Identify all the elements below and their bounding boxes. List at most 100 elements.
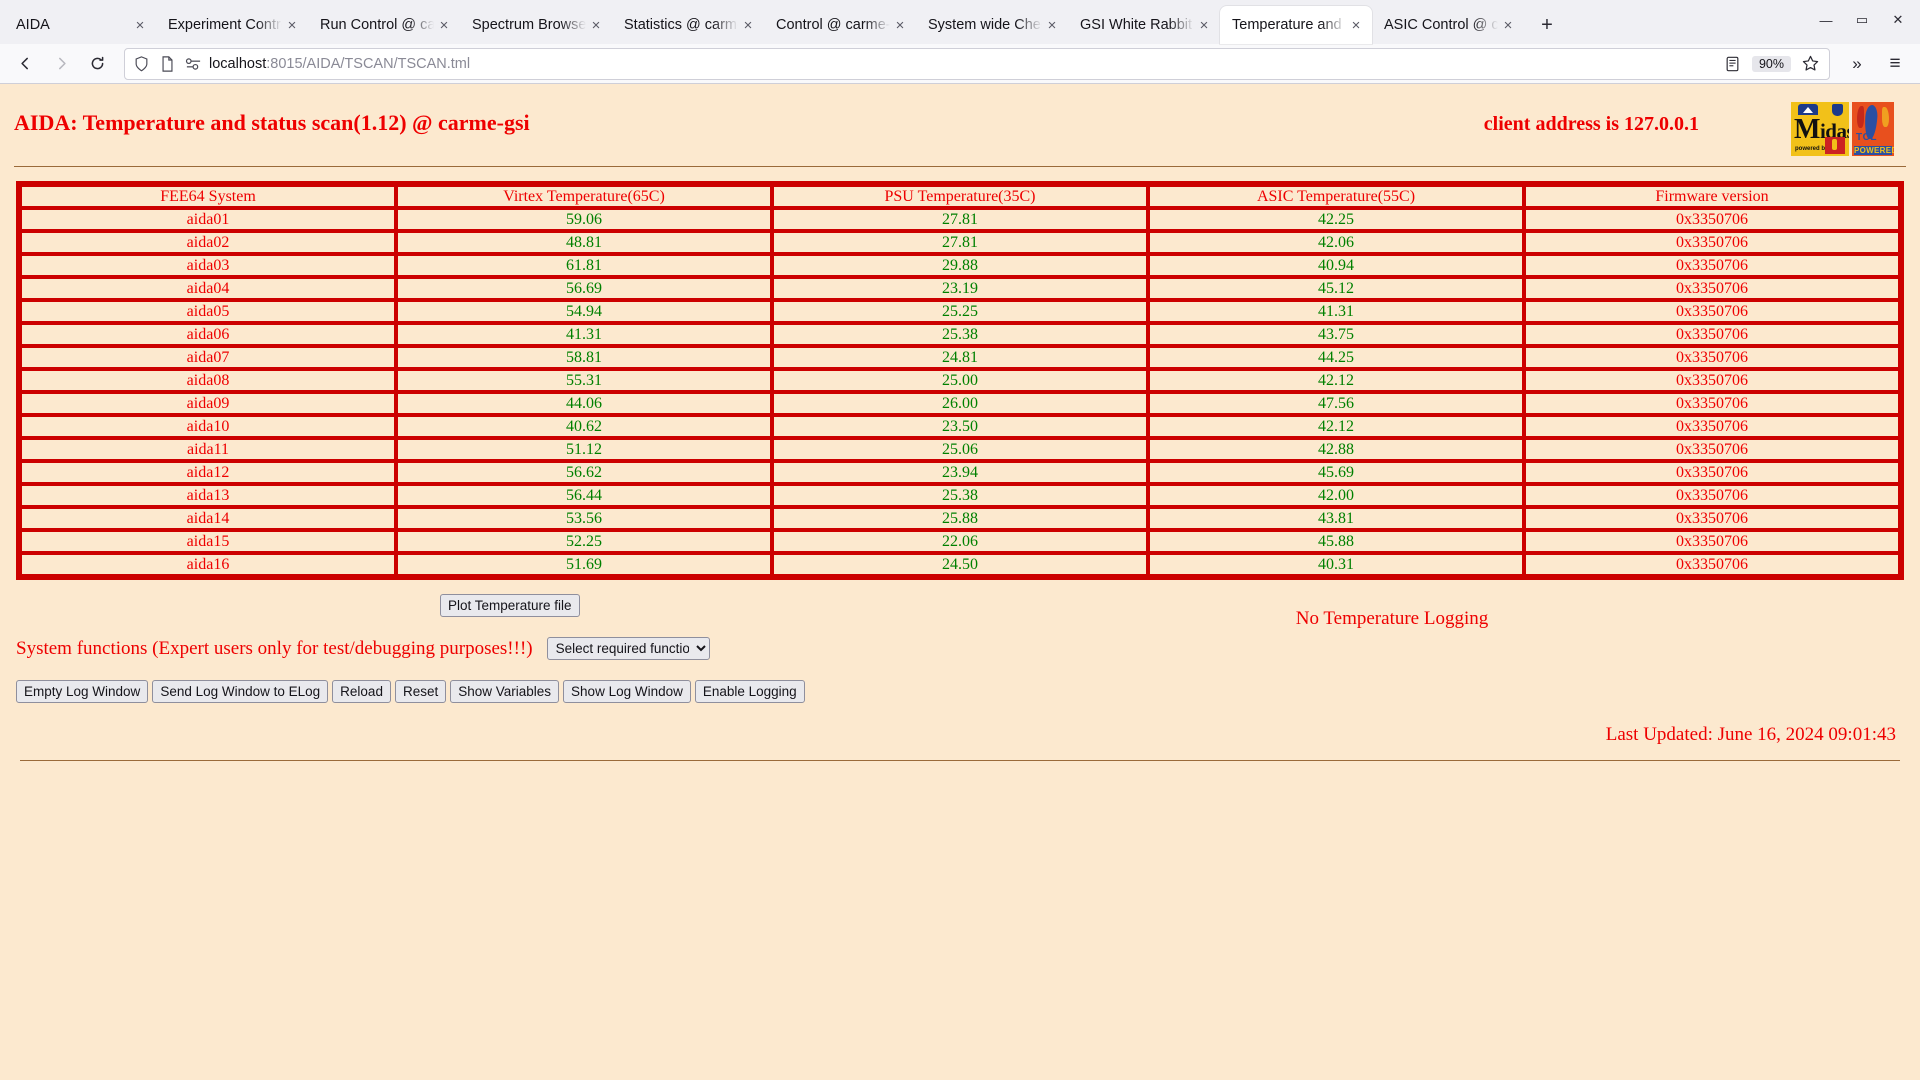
arrow-right-icon: [58, 57, 66, 70]
maximize-button[interactable]: ▭: [1844, 5, 1880, 35]
cell-asic: 42.25: [1148, 208, 1524, 231]
cell-asic: 43.81: [1148, 507, 1524, 530]
cell-firmware: 0x3350706: [1524, 392, 1900, 415]
address-bar[interactable]: localhost:8015/AIDA/TSCAN/TSCAN.tml 90%: [124, 47, 1830, 80]
back-button[interactable]: [8, 48, 42, 80]
last-updated: Last Updated: June 16, 2024 09:01:43: [1605, 724, 1896, 745]
cell-asic: 42.12: [1148, 369, 1524, 392]
table-row: aida05 54.94 25.25 41.31 0x3350706: [20, 300, 1900, 323]
expert-button[interactable]: Send Log Window to ELog: [152, 680, 329, 703]
reader-mode-button[interactable]: [1720, 51, 1746, 77]
browser-tab[interactable]: AIDA ×: [4, 6, 156, 44]
tcl-powered-logo: TCL POWERED: [1852, 102, 1894, 156]
tab-close-button[interactable]: ×: [130, 15, 150, 35]
cell-virtex: 56.62: [396, 461, 772, 484]
hamburger-icon: ≡: [1889, 52, 1901, 74]
expert-button[interactable]: Show Log Window: [563, 680, 691, 703]
tab-close-button[interactable]: ×: [434, 15, 454, 35]
cell-asic: 43.75: [1148, 323, 1524, 346]
forward-button[interactable]: [44, 48, 78, 80]
maximize-icon: ▭: [1855, 12, 1869, 27]
tab-title: Spectrum Browser @ carme-gsi: [472, 17, 586, 33]
cell-virtex: 48.81: [396, 231, 772, 254]
expert-button[interactable]: Reload: [332, 680, 391, 703]
tab-close-button[interactable]: ×: [1194, 15, 1214, 35]
reload-button[interactable]: [80, 48, 114, 80]
close-window-button[interactable]: ✕: [1880, 5, 1916, 35]
expert-button[interactable]: Reset: [394, 680, 447, 703]
minimize-button[interactable]: —: [1808, 5, 1844, 35]
toolbar-right: » ≡: [1840, 48, 1912, 80]
tcl-flame-left-icon: [1857, 106, 1864, 128]
cell-virtex: 61.81: [396, 254, 772, 277]
app-menu-button[interactable]: ≡: [1878, 48, 1912, 80]
new-tab-button[interactable]: +: [1530, 8, 1564, 42]
tab-close-button[interactable]: ×: [738, 15, 758, 35]
cell-system: aida10: [20, 415, 396, 438]
cell-firmware: 0x3350706: [1524, 461, 1900, 484]
browser-tab[interactable]: GSI White Rabbit Time×: [1068, 6, 1220, 44]
header-divider: [14, 166, 1906, 167]
tab-title: Control @ carme-gsi: [776, 17, 890, 33]
url-text[interactable]: localhost:8015/AIDA/TSCAN/TSCAN.tml: [209, 56, 1714, 72]
cell-psu: 25.38: [772, 484, 1148, 507]
column-header: Virtex Temperature(65C): [396, 185, 772, 208]
expert-button[interactable]: Enable Logging: [694, 680, 805, 703]
system-functions-label: System functions (Expert users only for …: [16, 637, 533, 659]
overflow-menu-button[interactable]: »: [1840, 48, 1874, 80]
cell-asic: 45.88: [1148, 530, 1524, 553]
table-row: aida04 56.69 23.19 45.12 0x3350706: [20, 277, 1900, 300]
cell-firmware: 0x3350706: [1524, 208, 1900, 231]
table-row: aida01 59.06 27.81 42.25 0x3350706: [20, 208, 1900, 231]
cell-asic: 42.00: [1148, 484, 1524, 507]
browser-tab[interactable]: Spectrum Browser @ carme-gsi×: [460, 6, 612, 44]
tab-title: AIDA: [16, 17, 50, 33]
browser-tab[interactable]: ASIC Control @ carme-gsi×: [1372, 6, 1524, 44]
table-row: aida12 56.62 23.94 45.69 0x3350706: [20, 461, 1900, 484]
cell-psu: 29.88: [772, 254, 1148, 277]
cell-system: aida02: [20, 231, 396, 254]
reader-tracking-icon[interactable]: [183, 57, 203, 71]
cell-psu: 22.06: [772, 530, 1148, 553]
browser-tab[interactable]: Temperature and status scan×: [1220, 6, 1372, 44]
system-functions-row: System functions (Expert users only for …: [16, 637, 1904, 660]
plus-icon: +: [1541, 13, 1553, 36]
cell-virtex: 51.12: [396, 438, 772, 461]
cell-firmware: 0x3350706: [1524, 346, 1900, 369]
bookmark-star-button[interactable]: [1797, 51, 1823, 77]
browser-tab[interactable]: Experiment Control @ carme-gsi×: [156, 6, 308, 44]
midas-initial: M: [1794, 114, 1820, 145]
tab-close-button[interactable]: ×: [1042, 15, 1062, 35]
page-info-icon[interactable]: [157, 55, 177, 72]
tab-close-button[interactable]: ×: [1346, 15, 1366, 35]
cell-virtex: 53.56: [396, 507, 772, 530]
shield-icon[interactable]: [131, 55, 151, 72]
tab-close-button[interactable]: ×: [890, 15, 910, 35]
browser-tab[interactable]: Statistics @ carme-gsi×: [612, 6, 764, 44]
cell-virtex: 41.31: [396, 323, 772, 346]
browser-tab[interactable]: Control @ carme-gsi×: [764, 6, 916, 44]
tab-close-button[interactable]: ×: [1498, 15, 1518, 35]
cell-firmware: 0x3350706: [1524, 415, 1900, 438]
function-select[interactable]: Select required function: [546, 637, 710, 660]
browser-tab[interactable]: System wide Checks (carme-gsi)×: [916, 6, 1068, 44]
plot-temperature-file-button[interactable]: Plot Temperature file: [440, 594, 580, 617]
minimize-icon: —: [1819, 12, 1833, 28]
tab-title: GSI White Rabbit Time: [1080, 17, 1194, 33]
expert-button[interactable]: Empty Log Window: [16, 680, 149, 703]
cell-psu: 25.00: [772, 369, 1148, 392]
cell-system: aida05: [20, 300, 396, 323]
browser-tab[interactable]: Run Control @ carme-gsi×: [308, 6, 460, 44]
expert-button[interactable]: Show Variables: [450, 680, 560, 703]
cell-asic: 41.31: [1148, 300, 1524, 323]
tab-close-button[interactable]: ×: [586, 15, 606, 35]
header-right: client address is 127.0.0.1 Midas powere…: [1484, 102, 1910, 156]
tcl-flame-right-icon: [1882, 107, 1889, 127]
cell-psu: 25.88: [772, 507, 1148, 530]
tab-close-button[interactable]: ×: [282, 15, 302, 35]
cell-asic: 44.25: [1148, 346, 1524, 369]
cell-firmware: 0x3350706: [1524, 369, 1900, 392]
table-header-row: FEE64 System Virtex Temperature(65C) PSU T…: [20, 185, 1900, 208]
zoom-level-badge[interactable]: 90%: [1751, 55, 1791, 72]
cell-virtex: 56.69: [396, 277, 772, 300]
